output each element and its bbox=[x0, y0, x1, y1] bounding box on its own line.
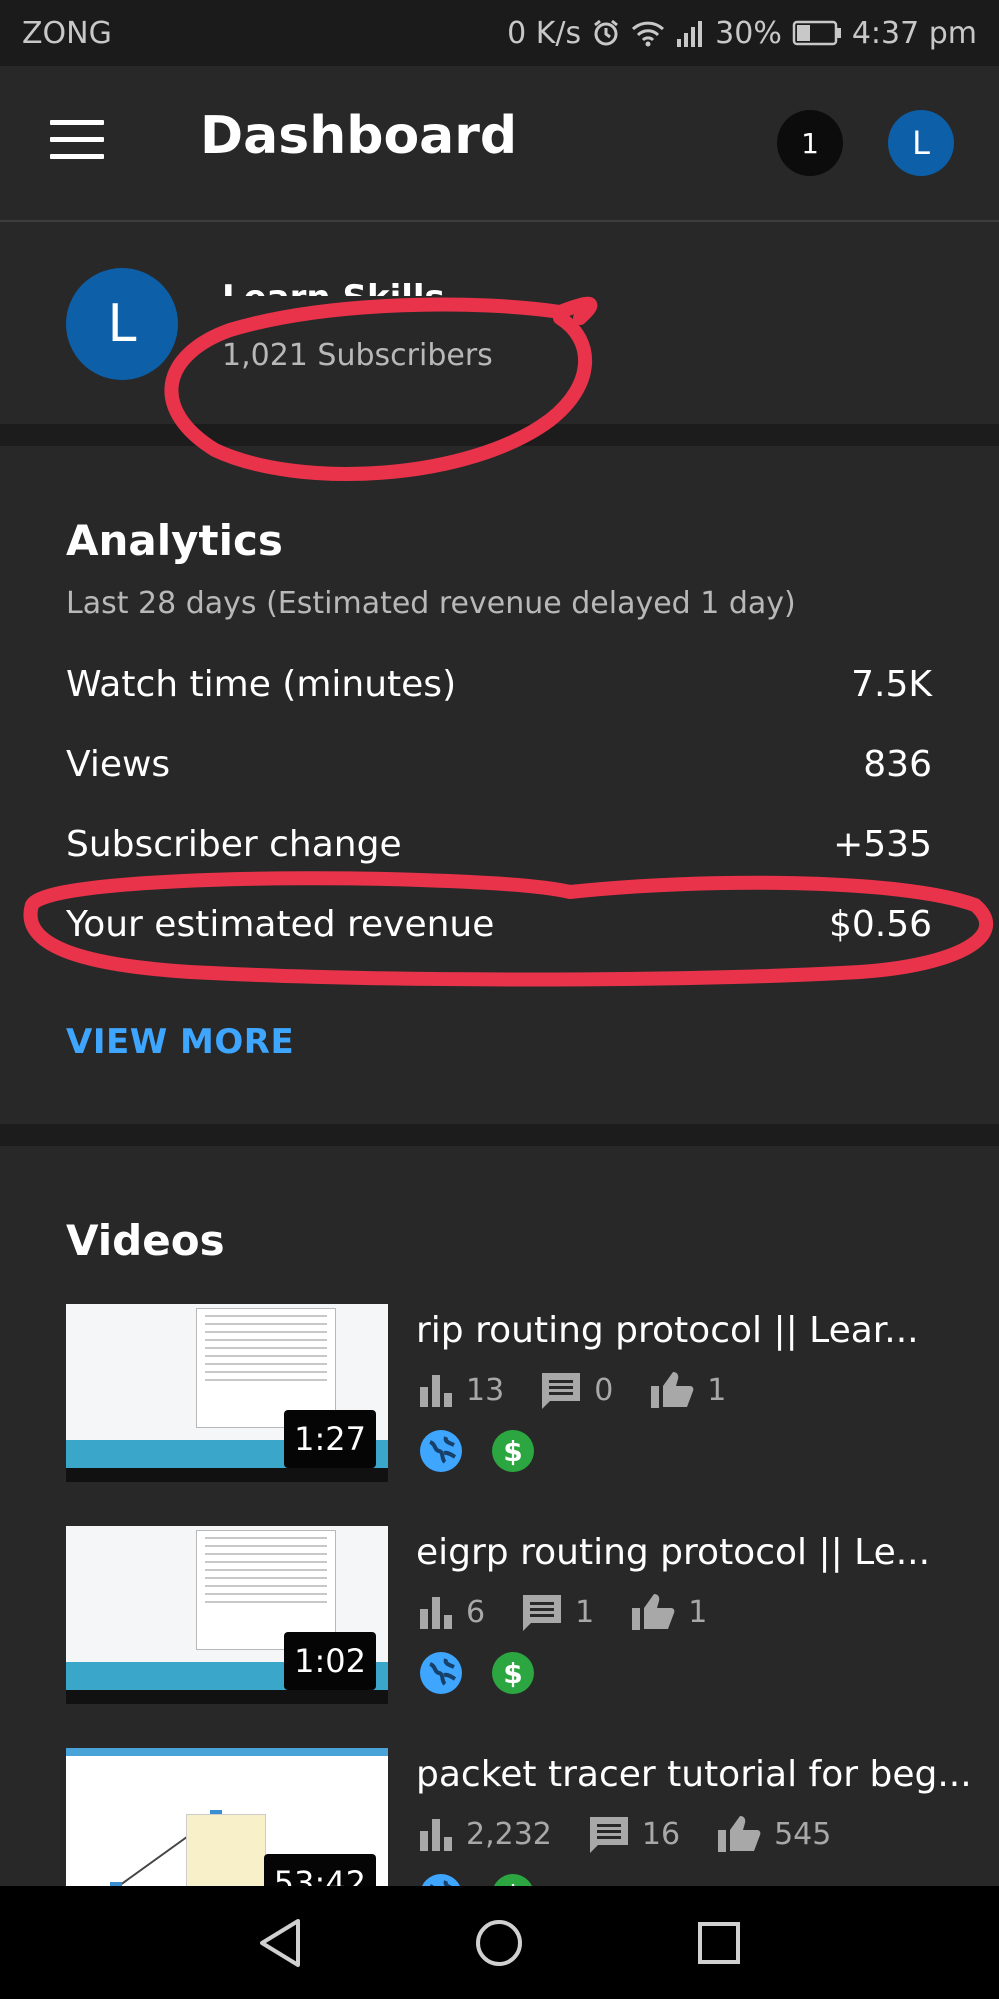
status-bar: ZONG 0 K/s 30% 4:37 pm bbox=[0, 0, 999, 66]
menu-icon[interactable] bbox=[50, 120, 104, 160]
comment-count: 0 bbox=[594, 1372, 614, 1408]
video-thumbnail[interactable]: 1:27 bbox=[66, 1304, 388, 1482]
like-count: 1 bbox=[707, 1372, 727, 1408]
signal-icon bbox=[675, 19, 705, 47]
videos-card: Videos 1:27 rip routing protocol || Lear… bbox=[0, 1146, 999, 1886]
recents-icon[interactable] bbox=[674, 1898, 764, 1988]
dollar-icon: $ bbox=[492, 1652, 534, 1694]
account-avatar[interactable]: L bbox=[888, 110, 954, 176]
app-bar: Dashboard 1 L bbox=[0, 66, 999, 222]
home-icon[interactable] bbox=[454, 1898, 544, 1988]
views-bar-icon bbox=[420, 1597, 452, 1629]
globe-icon bbox=[420, 1430, 462, 1472]
view-more-button[interactable]: VIEW MORE bbox=[66, 1022, 294, 1062]
video-thumbnail[interactable]: 53:42 bbox=[66, 1748, 388, 1886]
back-icon[interactable] bbox=[235, 1898, 325, 1988]
views-bar-icon bbox=[420, 1819, 452, 1851]
metric-label: Subscriber change bbox=[66, 824, 402, 865]
view-count: 6 bbox=[466, 1594, 486, 1630]
metric-label: Views bbox=[66, 744, 171, 785]
like-count: 545 bbox=[774, 1816, 832, 1852]
notification-badge[interactable]: 1 bbox=[777, 110, 843, 176]
battery-percent: 30% bbox=[715, 15, 782, 51]
battery-icon bbox=[792, 20, 842, 46]
globe-icon bbox=[420, 1874, 462, 1886]
thumb-up-icon bbox=[632, 1594, 675, 1630]
video-stats: 2,232 16 545 bbox=[418, 1814, 867, 1854]
video-list-item[interactable]: 1:02 eigrp routing protocol || Le... 6 1… bbox=[66, 1526, 966, 1704]
dollar-icon: $ bbox=[492, 1874, 534, 1886]
subscriber-count: 1,021 Subscribers bbox=[222, 338, 493, 373]
video-stats: 13 0 1 bbox=[418, 1370, 762, 1410]
video-list-item[interactable]: 1:27 rip routing protocol || Lear... 13 … bbox=[66, 1304, 966, 1482]
globe-icon bbox=[420, 1652, 462, 1694]
metric-watch-time: Watch time (minutes) 7.5K bbox=[66, 664, 932, 705]
status-icons: 0 K/s 30% 4:37 pm bbox=[507, 16, 977, 51]
views-bar-icon bbox=[420, 1375, 452, 1407]
video-title[interactable]: packet tracer tutorial for beg... bbox=[416, 1754, 972, 1795]
metric-views: Views 836 bbox=[66, 744, 932, 785]
alarm-icon bbox=[591, 18, 621, 48]
like-count: 1 bbox=[688, 1594, 708, 1630]
metric-value: +535 bbox=[833, 824, 932, 865]
clock: 4:37 pm bbox=[851, 15, 977, 51]
wifi-icon bbox=[631, 18, 665, 48]
metric-value: 836 bbox=[863, 744, 932, 785]
video-stats: 6 1 1 bbox=[418, 1592, 743, 1632]
comment-icon bbox=[523, 1595, 562, 1631]
analytics-subtitle: Last 28 days (Estimated revenue delayed … bbox=[66, 586, 796, 621]
metric-value: $0.56 bbox=[828, 904, 932, 945]
videos-title: Videos bbox=[66, 1216, 225, 1265]
channel-card: L Learn Skills 1,021 Subscribers bbox=[0, 224, 999, 424]
metric-subscriber-change: Subscriber change +535 bbox=[66, 824, 932, 865]
comment-icon bbox=[589, 1817, 628, 1853]
section-divider bbox=[0, 1124, 999, 1146]
video-duration: 1:02 bbox=[284, 1632, 376, 1690]
video-duration: 1:27 bbox=[284, 1410, 376, 1468]
carrier-label: ZONG bbox=[22, 15, 112, 51]
metric-label: Your estimated revenue bbox=[66, 904, 495, 945]
video-title[interactable]: eigrp routing protocol || Le... bbox=[416, 1532, 930, 1573]
video-duration: 53:42 bbox=[263, 1854, 376, 1886]
video-thumbnail[interactable]: 1:02 bbox=[66, 1526, 388, 1704]
network-speed: 0 K/s bbox=[507, 15, 582, 51]
analytics-title: Analytics bbox=[66, 516, 283, 565]
comment-icon bbox=[542, 1373, 581, 1409]
view-count: 2,232 bbox=[466, 1816, 552, 1852]
metric-label: Watch time (minutes) bbox=[66, 664, 457, 705]
metric-value: 7.5K bbox=[851, 664, 932, 705]
channel-name: Learn Skills bbox=[222, 272, 445, 296]
page-title: Dashboard bbox=[200, 106, 518, 166]
dollar-icon: $ bbox=[492, 1430, 534, 1472]
video-list-item[interactable]: 53:42 packet tracer tutorial for beg... … bbox=[66, 1748, 972, 1886]
thumb-up-icon bbox=[718, 1816, 761, 1852]
comment-count: 1 bbox=[575, 1594, 595, 1630]
view-count: 13 bbox=[466, 1372, 505, 1408]
analytics-card: Analytics Last 28 days (Estimated revenu… bbox=[0, 446, 999, 1124]
comment-count: 16 bbox=[641, 1816, 681, 1852]
metric-estimated-revenue: Your estimated revenue $0.56 bbox=[66, 904, 932, 945]
section-divider bbox=[0, 424, 999, 446]
video-title[interactable]: rip routing protocol || Lear... bbox=[416, 1310, 919, 1351]
channel-avatar: L bbox=[66, 268, 178, 380]
system-nav-bar bbox=[0, 1886, 999, 1999]
thumb-up-icon bbox=[651, 1372, 694, 1408]
